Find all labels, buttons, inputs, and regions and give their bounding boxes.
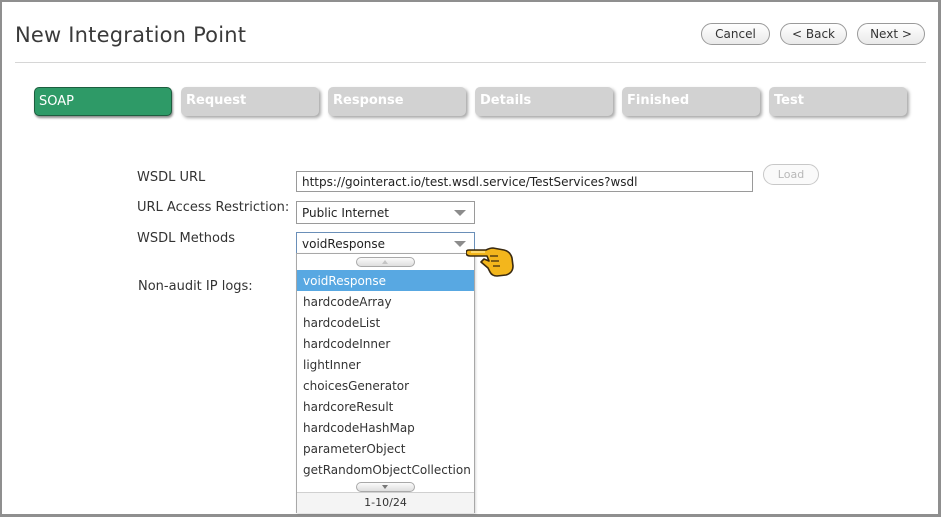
arrow-up-icon xyxy=(382,260,388,264)
method-option[interactable]: voidResponse xyxy=(297,270,474,291)
load-button[interactable]: Load xyxy=(763,164,819,185)
step-response[interactable]: Response xyxy=(328,87,466,116)
method-option[interactable]: getRandomObjectCollection xyxy=(297,459,474,480)
cancel-button[interactable]: Cancel xyxy=(701,23,770,45)
wsdl-methods-select[interactable]: voidResponse xyxy=(296,232,475,255)
next-button[interactable]: Next > xyxy=(857,23,925,45)
scroll-down-button[interactable] xyxy=(356,482,415,492)
nonaudit-label: Non-audit IP logs: xyxy=(138,279,253,294)
window-frame: New Integration Point Cancel < Back Next… xyxy=(0,0,941,517)
scroll-up-button[interactable] xyxy=(356,257,415,267)
arrow-down-icon xyxy=(382,485,388,489)
header-divider xyxy=(15,62,926,63)
wsdl-methods-dropdown: voidResponse hardcodeArray hardcodeList … xyxy=(296,253,475,513)
wsdl-url-input[interactable]: https://gointeract.io/test.wsdl.service/… xyxy=(296,171,753,192)
method-option[interactable]: hardcoreResult xyxy=(297,396,474,417)
wizard-steps: SOAP Request Response Details Finished T… xyxy=(34,87,914,119)
step-soap[interactable]: SOAP xyxy=(34,87,172,116)
method-option[interactable]: parameterObject xyxy=(297,438,474,459)
wsdl-methods-value: voidResponse xyxy=(302,237,386,251)
step-request[interactable]: Request xyxy=(181,87,319,116)
dropdown-pager: 1-10/24 xyxy=(297,492,474,513)
chevron-down-icon xyxy=(454,241,466,247)
method-option[interactable]: hardcodeList xyxy=(297,312,474,333)
wsdl-url-label: WSDL URL xyxy=(137,170,206,185)
step-details[interactable]: Details xyxy=(475,87,613,116)
access-restriction-value: Public Internet xyxy=(302,206,389,220)
method-option[interactable]: hardcodeInner xyxy=(297,333,474,354)
back-button[interactable]: < Back xyxy=(780,23,847,45)
pointing-hand-icon xyxy=(466,247,514,277)
method-option[interactable]: choicesGenerator xyxy=(297,375,474,396)
access-restriction-label: URL Access Restriction: xyxy=(137,200,290,215)
method-option[interactable]: hardcodeHashMap xyxy=(297,417,474,438)
step-test[interactable]: Test xyxy=(769,87,907,116)
method-option[interactable]: hardcodeArray xyxy=(297,291,474,312)
chevron-down-icon xyxy=(454,210,466,216)
step-finished[interactable]: Finished xyxy=(622,87,760,116)
method-option[interactable]: lightInner xyxy=(297,354,474,375)
access-restriction-select[interactable]: Public Internet xyxy=(296,201,475,224)
page-title: New Integration Point xyxy=(15,23,247,47)
wsdl-methods-label: WSDL Methods xyxy=(137,231,236,246)
